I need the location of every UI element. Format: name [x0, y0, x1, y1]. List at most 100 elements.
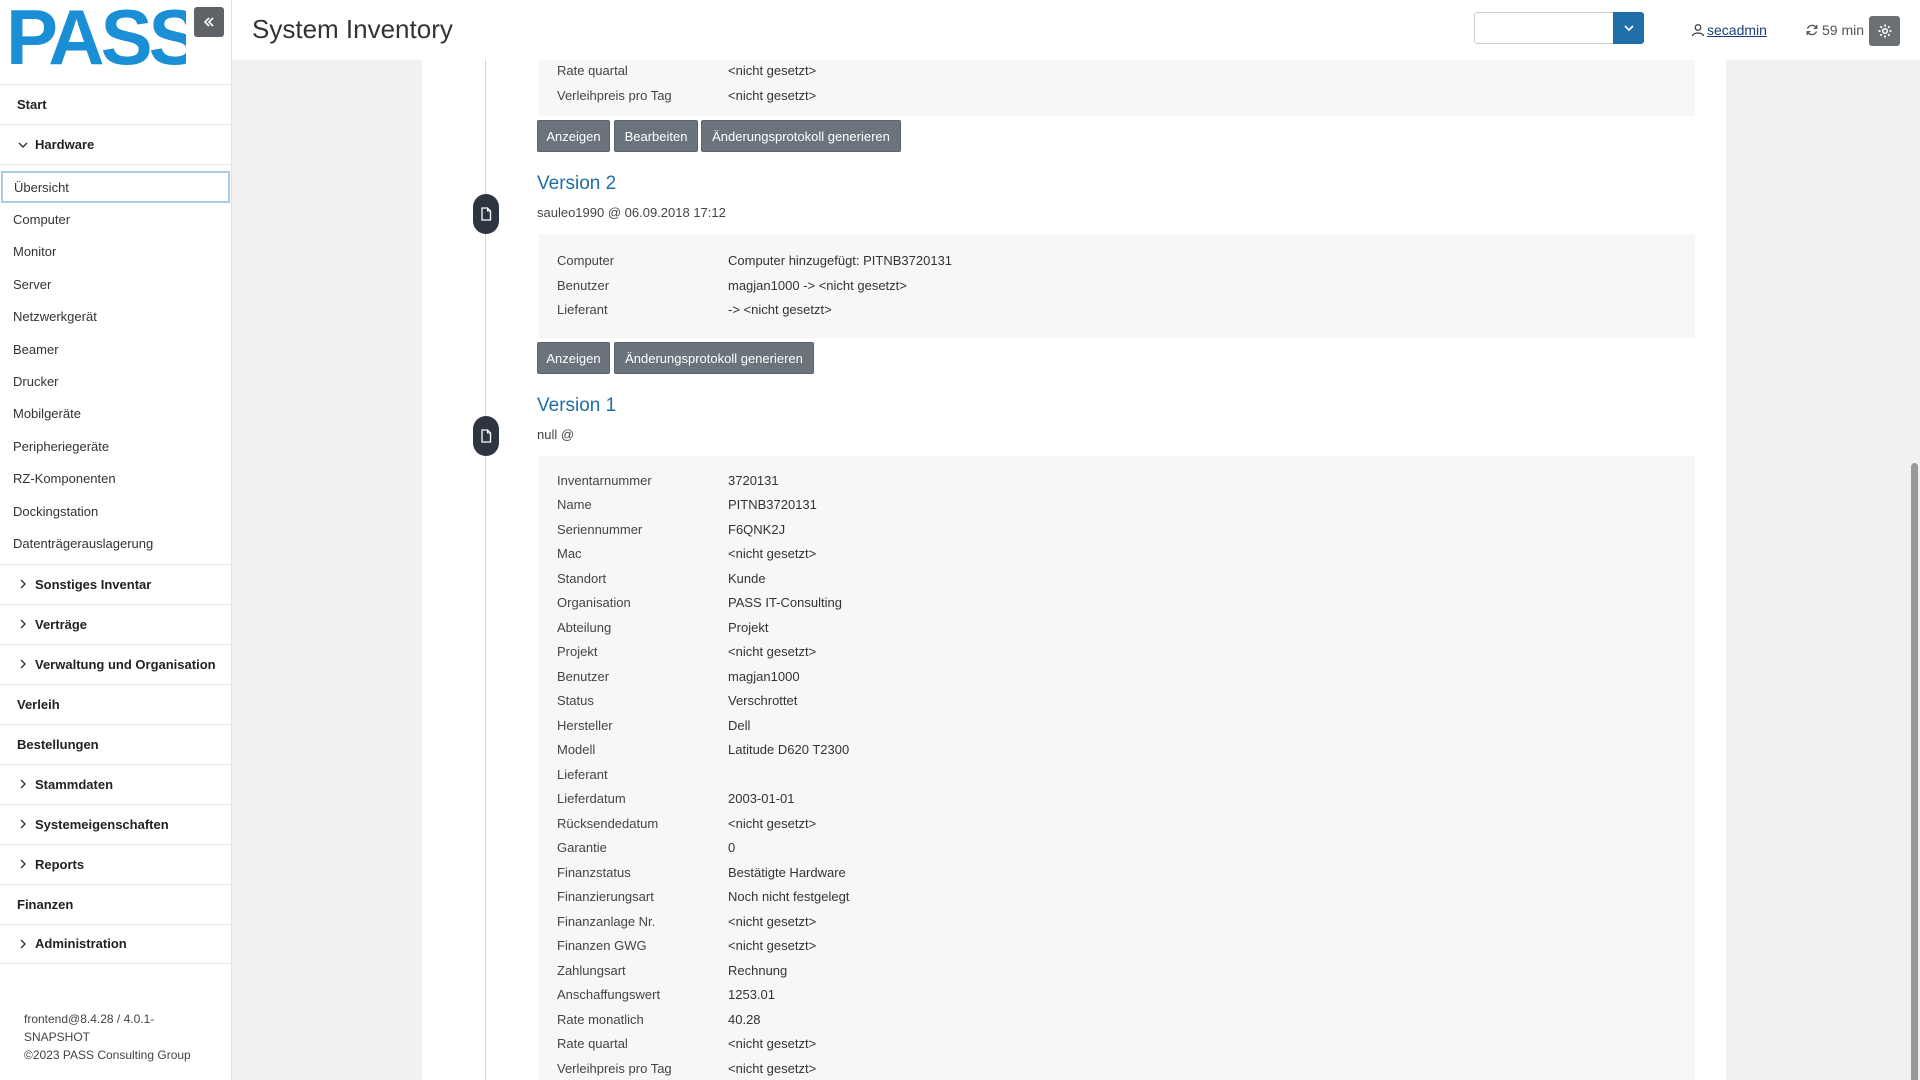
nav-item-start[interactable]: Start — [0, 84, 231, 124]
property-value: <nicht gesetzt> — [728, 546, 817, 561]
sub-item-uebersicht[interactable]: Übersicht — [1, 171, 230, 204]
property-row: Inventarnummer 3720131 — [539, 468, 1695, 492]
nav-item-finanzen[interactable]: Finanzen — [0, 883, 231, 924]
property-value: <nicht gesetzt> — [728, 913, 817, 929]
sub-item-peripheriegeraete[interactable]: Peripheriegeräte — [0, 430, 231, 462]
sub-item-label: Mobilgeräte — [13, 406, 81, 422]
property-value: magjan1000 — [728, 668, 800, 684]
property-row: Computer Computer hinzugefügt: PITNB3720… — [539, 248, 1695, 272]
scrollbar[interactable] — [1909, 60, 1920, 1080]
version3-properties: Rate quartal <nicht gesetzt> Verleihprei… — [539, 60, 1695, 116]
property-label: Rate quartal — [557, 62, 628, 78]
view-button[interactable]: Anzeigen — [537, 120, 610, 152]
version-title: Version 1 — [537, 395, 617, 416]
double-chevron-left-icon — [203, 17, 214, 27]
sub-item-monitor[interactable]: Monitor — [0, 236, 231, 268]
sub-item-rz-komponenten[interactable]: RZ-Komponenten — [0, 463, 231, 495]
property-label: Finanzstatus — [557, 864, 631, 880]
chevron-right-icon — [17, 578, 35, 590]
property-row: Name PITNB3720131 — [539, 493, 1695, 517]
property-label: Hersteller — [557, 717, 613, 733]
property-value: <nicht gesetzt> — [728, 644, 817, 659]
property-row: Garantie 0 — [539, 836, 1695, 860]
property-row: Benutzer magjan1000 -> <nicht gesetzt> — [539, 273, 1695, 297]
nav-item-label: Verwaltung und Organisation — [35, 656, 216, 672]
property-value: 1253.01 — [728, 987, 775, 1002]
nav-item-verwaltung[interactable]: Verwaltung und Organisation — [0, 643, 231, 684]
sub-item-netzwerkgeraet[interactable]: Netzwerkgerät — [0, 301, 231, 333]
nav-item-vertraege[interactable]: Verträge — [0, 603, 231, 644]
property-value: 40.28 — [728, 1011, 761, 1027]
sub-item-drucker[interactable]: Drucker — [0, 365, 231, 397]
collapse-sidebar-button[interactable] — [194, 7, 224, 37]
property-label: Projekt — [557, 644, 598, 659]
property-row: Finanzen GWG <nicht gesetzt> — [539, 934, 1695, 958]
property-label: Mac — [557, 546, 582, 561]
pass-logo[interactable]: PASS — [6, 4, 186, 68]
sub-item-datentraegerauslagerung[interactable]: Datenträgerauslagerung — [0, 527, 231, 559]
scrollbar-thumb[interactable] — [1911, 463, 1918, 1080]
version-meta: null @ — [537, 427, 575, 442]
nav-item-label: Verträge — [35, 616, 88, 632]
header-select[interactable] — [1474, 12, 1644, 44]
property-value: <nicht gesetzt> — [728, 1036, 817, 1051]
sub-item-label: RZ-Komponenten — [13, 471, 116, 487]
view-button[interactable]: Anzeigen — [537, 342, 610, 374]
generate-changelog-button[interactable]: Änderungsprotokoll generieren — [614, 342, 814, 374]
property-label: Lieferant — [557, 301, 608, 317]
sub-item-label: Computer — [13, 212, 71, 228]
nav-item-label: Finanzen — [17, 896, 74, 912]
property-label: Anschaffungswert — [557, 987, 661, 1002]
nav-item-label: Stammdaten — [35, 776, 114, 792]
nav-item-sonstiges-inventar[interactable]: Sonstiges Inventar — [0, 563, 231, 604]
property-label: Standort — [557, 570, 607, 586]
property-label: Benutzer — [557, 277, 610, 293]
nav-item-stammdaten[interactable]: Stammdaten — [0, 763, 231, 804]
nav-item-bestellungen[interactable]: Bestellungen — [0, 723, 231, 764]
sub-item-server[interactable]: Server — [0, 268, 231, 300]
settings-button[interactable] — [1869, 16, 1900, 46]
property-value: <nicht gesetzt> — [728, 815, 817, 831]
property-label: Seriennummer — [557, 521, 643, 537]
session-timer[interactable]: 59 min — [1805, 22, 1864, 38]
nav-item-verleih[interactable]: Verleih — [0, 683, 231, 724]
user-icon — [1691, 24, 1705, 37]
property-row: Finanzstatus Bestätigte Hardware — [539, 860, 1695, 884]
sub-item-label: Datenträgerauslagerung — [13, 535, 154, 551]
sub-item-label: Peripheriegeräte — [13, 438, 110, 454]
sub-item-label: Beamer — [13, 341, 59, 357]
sub-item-beamer[interactable]: Beamer — [0, 333, 231, 365]
property-value: Dell — [728, 717, 751, 733]
sub-item-computer[interactable]: Computer — [0, 203, 231, 235]
property-label: Verleihpreis pro Tag — [557, 1060, 672, 1076]
user-link[interactable]: secadmin — [1691, 22, 1767, 38]
property-row: Benutzer magjan1000 — [539, 664, 1695, 688]
generate-changelog-button[interactable]: Änderungsprotokoll generieren — [701, 120, 901, 152]
sub-item-dockingstation[interactable]: Dockingstation — [0, 495, 231, 527]
property-value: Bestätigte Hardware — [728, 864, 846, 880]
sub-item-label: Dockingstation — [13, 503, 99, 519]
sub-item-mobilgeraete[interactable]: Mobilgeräte — [0, 398, 231, 430]
chevron-right-icon — [17, 778, 35, 790]
property-value: magjan1000 -> <nicht gesetzt> — [728, 277, 907, 293]
property-value: Kunde — [728, 570, 766, 586]
property-value: 2003-01-01 — [728, 791, 795, 806]
edit-button[interactable]: Bearbeiten — [614, 120, 698, 152]
nav-item-label: Reports — [35, 856, 85, 872]
document-icon — [481, 207, 492, 221]
nav-item-systemeigenschaften[interactable]: Systemeigenschaften — [0, 803, 231, 844]
gear-icon — [1878, 24, 1891, 38]
property-label: Garantie — [557, 840, 607, 855]
property-value: Noch nicht festgelegt — [728, 889, 850, 904]
nav-item-label: Administration — [35, 936, 127, 952]
nav-item-hardware[interactable]: Hardware — [0, 124, 231, 164]
property-value: <nicht gesetzt> — [728, 1060, 817, 1076]
property-label: Finanzen GWG — [557, 938, 647, 953]
sub-item-label: Monitor — [13, 244, 57, 260]
property-row: Lieferant -> <nicht gesetzt> — [539, 297, 1695, 321]
nav-item-reports[interactable]: Reports — [0, 843, 231, 884]
property-row: Status Verschrottet — [539, 689, 1695, 713]
select-dropdown-button[interactable] — [1613, 12, 1644, 44]
property-row: Anschaffungswert 1253.01 — [539, 983, 1695, 1007]
nav-item-administration[interactable]: Administration — [0, 923, 231, 964]
